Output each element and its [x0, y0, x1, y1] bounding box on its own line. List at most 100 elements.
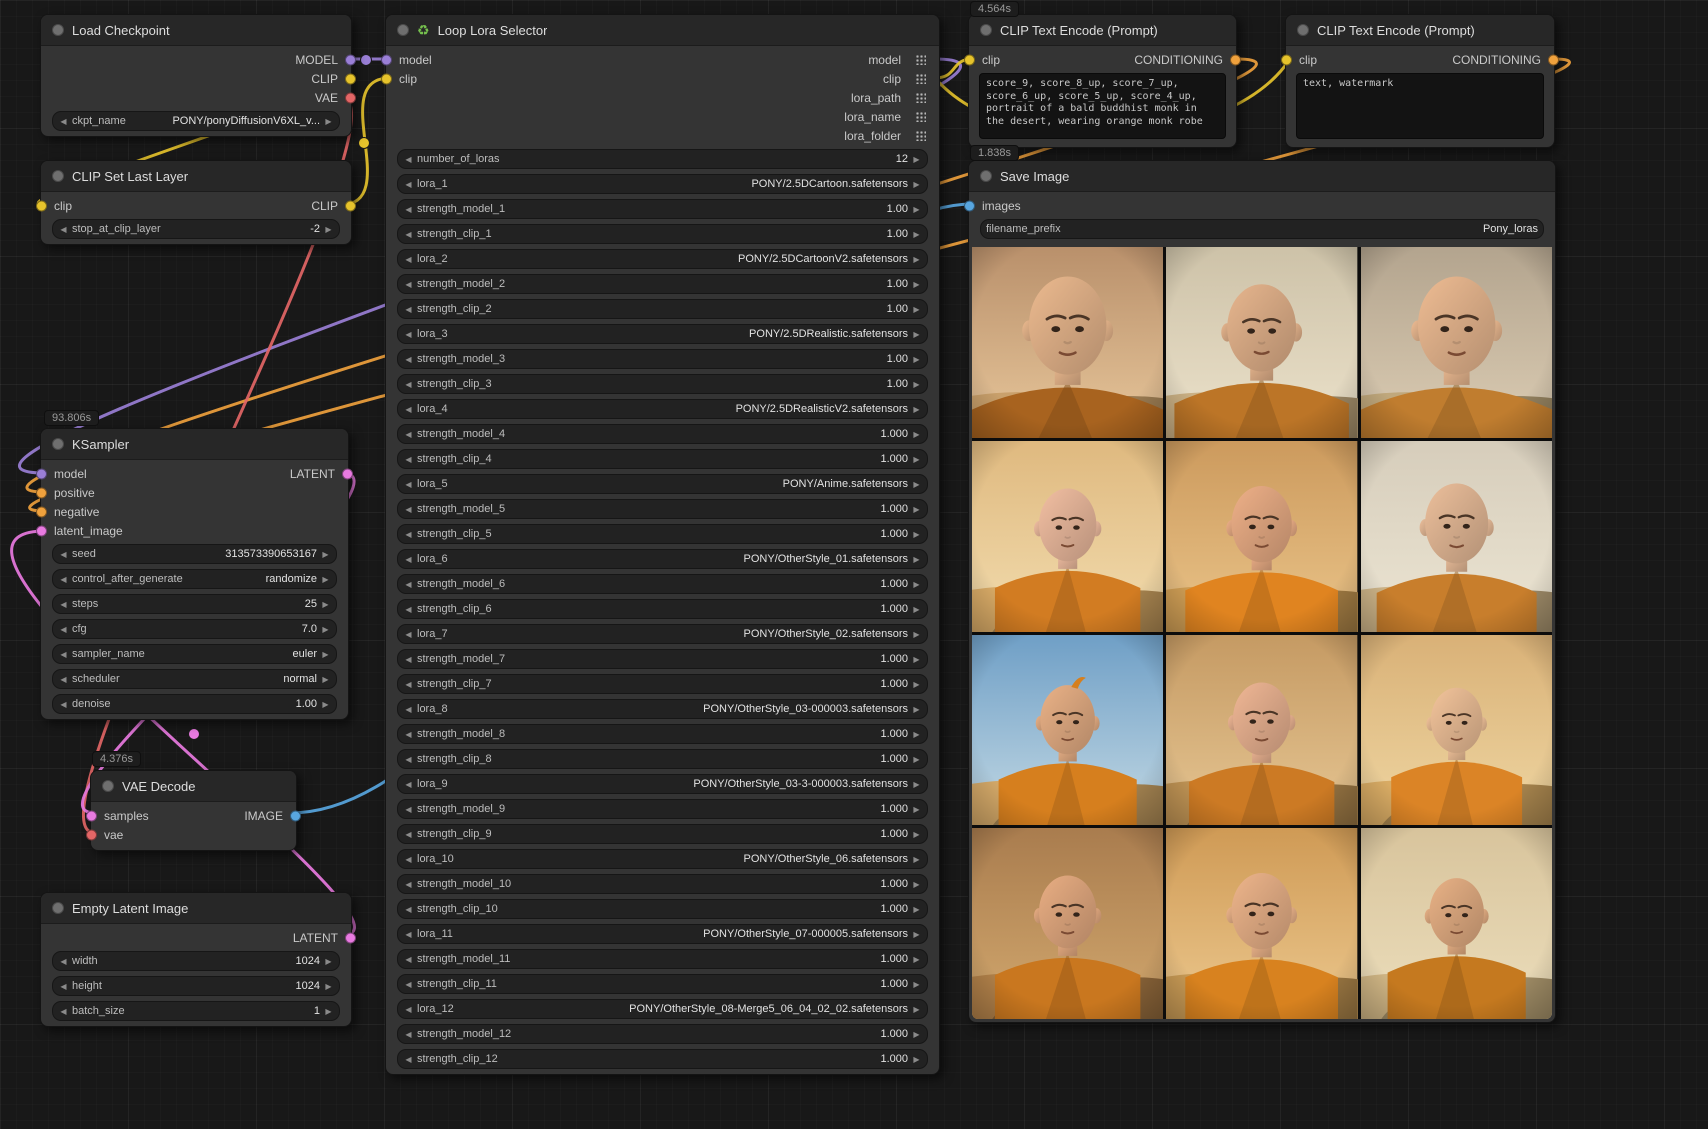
model-input-slot[interactable]	[36, 468, 47, 479]
generated-image[interactable]	[1166, 828, 1357, 1019]
node-header[interactable]: CLIP Text Encode (Prompt)	[1286, 15, 1554, 46]
node-vae-decode[interactable]: VAE Decode samples IMAGE vae	[90, 770, 297, 851]
strength-clip-widget[interactable]: ◀strength_clip_31.00▶	[397, 374, 928, 394]
cfg-widget[interactable]: ◀cfg7.0▶	[52, 619, 337, 639]
width-widget[interactable]: ◀width1024▶	[52, 951, 340, 971]
lora-name-widget[interactable]: ◀lora_10PONY/OtherStyle_06.safetensors▶	[397, 849, 928, 869]
decrement-arrow-icon[interactable]: ◀	[403, 455, 414, 464]
stop-at-clip-layer-widget[interactable]: ◀ stop_at_clip_layer -2 ▶	[52, 219, 340, 239]
increment-arrow-icon[interactable]: ▶	[911, 405, 922, 414]
collapse-dot[interactable]	[1297, 24, 1309, 36]
collapse-dot[interactable]	[52, 438, 64, 450]
decrement-arrow-icon[interactable]: ◀	[58, 550, 69, 559]
node-clip-text-encode-negative[interactable]: CLIP Text Encode (Prompt) clip CONDITION…	[1285, 14, 1555, 148]
height-widget[interactable]: ◀height1024▶	[52, 976, 340, 996]
decrement-arrow-icon[interactable]: ◀	[403, 580, 414, 589]
image-output-slot[interactable]	[290, 810, 301, 821]
latent-image-input-slot[interactable]	[36, 525, 47, 536]
decrement-arrow-icon[interactable]: ◀	[403, 180, 414, 189]
clip-input-slot[interactable]	[1281, 54, 1292, 65]
decrement-arrow-icon[interactable]: ◀	[403, 430, 414, 439]
samples-input-slot[interactable]	[86, 810, 97, 821]
list-output-icon[interactable]	[915, 111, 926, 122]
strength-model-widget[interactable]: ◀strength_model_121.000▶	[397, 1024, 928, 1044]
decrement-arrow-icon[interactable]: ◀	[58, 600, 69, 609]
lora-name-widget[interactable]: ◀lora_8PONY/OtherStyle_03-000003.safeten…	[397, 699, 928, 719]
generated-image[interactable]	[1361, 441, 1552, 632]
clip-output-slot[interactable]	[345, 200, 356, 211]
lora-name-widget[interactable]: ◀lora_1PONY/2.5DCartoon.safetensors▶	[397, 174, 928, 194]
number-of-loras-widget[interactable]: ◀ number_of_loras 12 ▶	[397, 149, 928, 169]
increment-arrow-icon[interactable]: ▶	[911, 930, 922, 939]
collapse-dot[interactable]	[102, 780, 114, 792]
decrement-arrow-icon[interactable]: ◀	[403, 805, 414, 814]
increment-arrow-icon[interactable]: ▶	[320, 550, 331, 559]
decrement-arrow-icon[interactable]: ◀	[403, 355, 414, 364]
strength-model-widget[interactable]: ◀strength_model_61.000▶	[397, 574, 928, 594]
decrement-arrow-icon[interactable]: ◀	[403, 755, 414, 764]
increment-arrow-icon[interactable]: ▶	[911, 530, 922, 539]
increment-arrow-icon[interactable]: ▶	[911, 755, 922, 764]
generated-image[interactable]	[1166, 247, 1357, 438]
decrement-arrow-icon[interactable]: ◀	[403, 630, 414, 639]
decrement-arrow-icon[interactable]: ◀	[58, 625, 69, 634]
generated-image[interactable]	[1361, 635, 1552, 826]
node-header[interactable]: CLIP Set Last Layer	[41, 161, 351, 192]
increment-arrow-icon[interactable]: ▶	[911, 355, 922, 364]
lora-name-widget[interactable]: ◀lora_6PONY/OtherStyle_01.safetensors▶	[397, 549, 928, 569]
node-header[interactable]: ♻ Loop Lora Selector	[386, 15, 939, 46]
decrement-arrow-icon[interactable]: ◀	[58, 225, 69, 234]
strength-model-widget[interactable]: ◀strength_model_111.000▶	[397, 949, 928, 969]
increment-arrow-icon[interactable]: ▶	[911, 1055, 922, 1064]
strength-model-widget[interactable]: ◀strength_model_91.000▶	[397, 799, 928, 819]
lora-name-widget[interactable]: ◀lora_9PONY/OtherStyle_03-3-000003.safet…	[397, 774, 928, 794]
clip-input-slot[interactable]	[964, 54, 975, 65]
ckpt-name-widget[interactable]: ◀ ckpt_name PONY/ponyDiffusionV6XL_v... …	[52, 111, 340, 131]
decrement-arrow-icon[interactable]: ◀	[403, 480, 414, 489]
decrement-arrow-icon[interactable]: ◀	[403, 505, 414, 514]
latent-output-slot[interactable]	[342, 468, 353, 479]
increment-arrow-icon[interactable]: ▶	[911, 780, 922, 789]
increment-arrow-icon[interactable]: ▶	[911, 605, 922, 614]
generated-image[interactable]	[972, 247, 1163, 438]
decrement-arrow-icon[interactable]: ◀	[403, 880, 414, 889]
generated-image[interactable]	[972, 441, 1163, 632]
increment-arrow-icon[interactable]: ▶	[911, 580, 922, 589]
next-arrow-icon[interactable]: ▶	[323, 117, 334, 126]
link-midpoint-dot-clip[interactable]	[358, 137, 370, 149]
decrement-arrow-icon[interactable]: ◀	[403, 255, 414, 264]
strength-clip-widget[interactable]: ◀strength_clip_91.000▶	[397, 824, 928, 844]
increment-arrow-icon[interactable]: ▶	[911, 830, 922, 839]
strength-model-widget[interactable]: ◀strength_model_51.000▶	[397, 499, 928, 519]
increment-arrow-icon[interactable]: ▶	[911, 430, 922, 439]
latent-output-slot[interactable]	[345, 932, 356, 943]
generated-image[interactable]	[1166, 635, 1357, 826]
increment-arrow-icon[interactable]: ▶	[911, 855, 922, 864]
node-save-image[interactable]: Save Image images filename_prefix Pony_l…	[968, 160, 1556, 1023]
sampler-name-widget[interactable]: ◀sampler_nameeuler▶	[52, 644, 337, 664]
clip-output-slot[interactable]	[345, 73, 356, 84]
node-graph-canvas[interactable]: 4.564s 93.806s 4.376s 1.838s Load Checkp…	[0, 0, 1708, 1129]
decrement-arrow-icon[interactable]: ◀	[58, 1007, 69, 1016]
increment-arrow-icon[interactable]: ▶	[911, 480, 922, 489]
conditioning-output-slot[interactable]	[1230, 54, 1241, 65]
node-header[interactable]: VAE Decode	[91, 771, 296, 802]
increment-arrow-icon[interactable]: ▶	[320, 700, 331, 709]
increment-arrow-icon[interactable]: ▶	[911, 880, 922, 889]
decrement-arrow-icon[interactable]: ◀	[403, 830, 414, 839]
node-header[interactable]: Empty Latent Image	[41, 893, 351, 924]
strength-model-widget[interactable]: ◀strength_model_21.00▶	[397, 274, 928, 294]
increment-arrow-icon[interactable]: ▶	[320, 575, 331, 584]
lora-name-widget[interactable]: ◀lora_7PONY/OtherStyle_02.safetensors▶	[397, 624, 928, 644]
node-load-checkpoint[interactable]: Load Checkpoint MODEL CLIP VAE ◀ ckpt_na…	[40, 14, 352, 137]
increment-arrow-icon[interactable]: ▶	[911, 555, 922, 564]
increment-arrow-icon[interactable]: ▶	[911, 380, 922, 389]
strength-model-widget[interactable]: ◀strength_model_11.00▶	[397, 199, 928, 219]
increment-arrow-icon[interactable]: ▶	[911, 1005, 922, 1014]
decrement-arrow-icon[interactable]: ◀	[58, 957, 69, 966]
seed-widget[interactable]: ◀seed313573390653167▶	[52, 544, 337, 564]
decrement-arrow-icon[interactable]: ◀	[403, 730, 414, 739]
lora-name-widget[interactable]: ◀lora_3PONY/2.5DRealistic.safetensors▶	[397, 324, 928, 344]
increment-arrow-icon[interactable]: ▶	[911, 680, 922, 689]
decrement-arrow-icon[interactable]: ◀	[58, 982, 69, 991]
